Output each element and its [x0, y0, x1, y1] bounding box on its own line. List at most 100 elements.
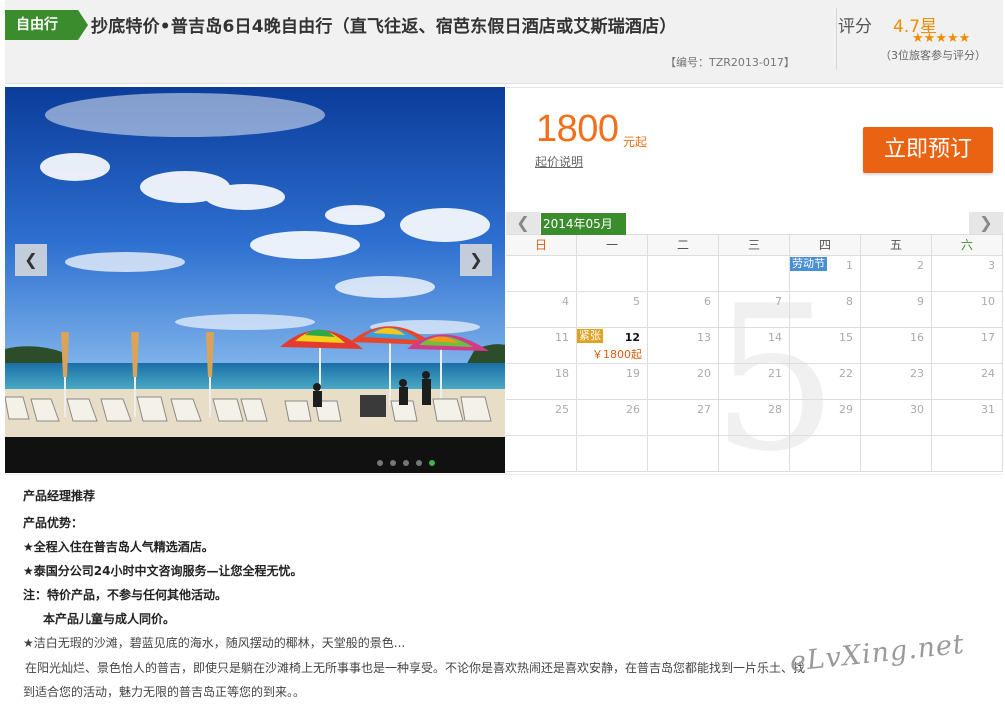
- calendar-day-cell: 19: [577, 364, 648, 400]
- calendar-day-cell: 18: [506, 364, 577, 400]
- advantage-label: 产品优势：: [23, 516, 84, 530]
- product-code: 【编号：TZR2013-017】: [665, 56, 795, 69]
- weekday-header-cell: 日: [506, 235, 577, 256]
- gallery-next-button[interactable]: ❯: [460, 244, 492, 276]
- day-number: 22: [839, 367, 853, 380]
- day-number: 9: [917, 295, 924, 308]
- price-value: 1800: [536, 108, 619, 150]
- calendar-day-cell: 15: [790, 328, 861, 364]
- star-icon: ★: [958, 31, 971, 46]
- calendar-day-cell: 16: [861, 328, 932, 364]
- calendar-empty-cell: [932, 436, 1003, 472]
- calendar-nav: ❮ 2014年05月 ❯: [506, 212, 1003, 235]
- day-number: 24: [981, 367, 995, 380]
- gallery-pagination: [377, 451, 442, 466]
- product-header: 自由行 抄底特价•普吉岛6日4晚自由行（直飞往返、宿芭东假日酒店或艾斯瑞酒店） …: [5, 0, 1003, 84]
- intro-line: 在阳光灿烂、景色怡人的普吉，即使只是躺在沙滩椅上无所事事也是一种享受。不论你是喜…: [25, 661, 806, 675]
- day-number: 15: [839, 331, 853, 344]
- photo-gallery[interactable]: ❮ ❯: [5, 87, 505, 473]
- note-line: 注：特价产品，不参与任何其他活动。: [23, 588, 228, 602]
- calendar-day-cell: 14: [719, 328, 790, 364]
- price-panel: 1800 元起 起价说明 立即预订: [506, 87, 1003, 212]
- calendar-week-row: 4 5 6 7 8 9 10: [506, 292, 1003, 328]
- day-number: 5: [633, 295, 640, 308]
- calendar-day-cell: 23: [861, 364, 932, 400]
- gallery-dot[interactable]: [416, 460, 422, 466]
- calendar-day-cell: 5: [577, 292, 648, 328]
- header-divider: [836, 8, 837, 70]
- note-line: 本产品儿童与成人同价。: [43, 612, 176, 626]
- calendar-week-row: 18 19 20 21 22 23 24: [506, 364, 1003, 400]
- day-number: 26: [626, 403, 640, 416]
- calendar-day-cell: 17: [932, 328, 1003, 364]
- day-number: 11: [555, 331, 569, 344]
- calendar-empty-cell: [577, 436, 648, 472]
- weekday-header-cell: 一: [577, 235, 648, 256]
- calendar-day-cell: 11: [506, 328, 577, 364]
- day-number: 30: [910, 403, 924, 416]
- calendar-week-row: 25 26 27 28 29 30 31: [506, 400, 1003, 436]
- calendar-day-cell: 24: [932, 364, 1003, 400]
- calendar-empty-cell: [648, 256, 719, 292]
- day-number: 29: [839, 403, 853, 416]
- day-number: 14: [768, 331, 782, 344]
- intro-line: 到适合您的活动，魅力无限的普吉岛正等您的到来。。: [23, 685, 306, 699]
- rating-count: （3位旅客参与评分）: [880, 49, 986, 62]
- day-number: 17: [981, 331, 995, 344]
- weekday-header-cell: 三: [719, 235, 790, 256]
- beach-photo: [5, 87, 505, 437]
- day-number: 1: [846, 259, 853, 272]
- calendar-grid: 5 日一二三四五六 1 劳动节 2 3 4 5 6 7 8 9 10 11 12 紧张 ￥1800起 13 14…: [506, 235, 1003, 480]
- calendar-empty-cell: [577, 256, 648, 292]
- chevron-left-icon: ❮: [24, 250, 38, 269]
- calendar-day-cell: 22: [790, 364, 861, 400]
- gallery-dot[interactable]: [377, 460, 383, 466]
- chevron-right-icon: ❯: [469, 250, 483, 269]
- star-icon: ★: [923, 31, 936, 46]
- chevron-right-icon: ❯: [979, 213, 993, 232]
- calendar-day-cell: 6: [648, 292, 719, 328]
- weekday-header-cell: 五: [861, 235, 932, 256]
- book-now-button[interactable]: 立即预订: [863, 127, 993, 173]
- calendar-empty-cell: [719, 436, 790, 472]
- calendar-day-cell: 25: [506, 400, 577, 436]
- weekday-header: 日一二三四五六: [506, 235, 1003, 256]
- calendar-empty-cell: [719, 256, 790, 292]
- calendar-day-cell: 2: [861, 256, 932, 292]
- category-tag: 自由行: [5, 10, 88, 40]
- recommend-heading: 产品经理推荐: [23, 489, 96, 503]
- calendar-day-cell: 26: [577, 400, 648, 436]
- intro-line: ★洁白无瑕的沙滩，碧蓝见底的海水，随风摆动的椰林，天堂般的景色...: [23, 636, 406, 650]
- gallery-dot-active[interactable]: [429, 460, 435, 466]
- price-note-link[interactable]: 起价说明: [535, 153, 583, 170]
- day-number: 6: [704, 295, 711, 308]
- day-number: 31: [981, 403, 995, 416]
- calendar-day-cell[interactable]: 12 紧张 ￥1800起: [577, 328, 648, 364]
- weekday-header-cell: 二: [648, 235, 719, 256]
- day-number: 7: [775, 295, 782, 308]
- calendar-empty-cell: [506, 256, 577, 292]
- day-price[interactable]: ￥1800起: [592, 346, 642, 362]
- day-number: 27: [697, 403, 711, 416]
- calendar-day-cell: 7: [719, 292, 790, 328]
- calendar-day-cell: 29: [790, 400, 861, 436]
- calendar-day-cell: 9: [861, 292, 932, 328]
- calendar-next-button[interactable]: ❯: [969, 212, 1003, 234]
- day-number: 21: [768, 367, 782, 380]
- day-number: 12: [624, 331, 640, 344]
- calendar-empty-cell: [790, 436, 861, 472]
- gallery-prev-button[interactable]: ❮: [15, 244, 47, 276]
- calendar-prev-button[interactable]: ❮: [506, 212, 540, 234]
- gallery-dot[interactable]: [390, 460, 396, 466]
- calendar-day-cell: 4: [506, 292, 577, 328]
- calendar-day-cell: 30: [861, 400, 932, 436]
- calendar-empty-cell: [861, 436, 932, 472]
- day-number: 23: [910, 367, 924, 380]
- advantage-line: ★泰国分公司24小时中文咨询服务—让您全程无忧。: [23, 564, 303, 578]
- weekday-header-cell: 六: [932, 235, 1003, 256]
- price-unit: 元起: [623, 135, 648, 149]
- gallery-dot[interactable]: [403, 460, 409, 466]
- day-number: 10: [981, 295, 995, 308]
- advantage-line: ★全程入住在普吉岛人气精选酒店。: [23, 540, 214, 554]
- calendar-day-cell: 27: [648, 400, 719, 436]
